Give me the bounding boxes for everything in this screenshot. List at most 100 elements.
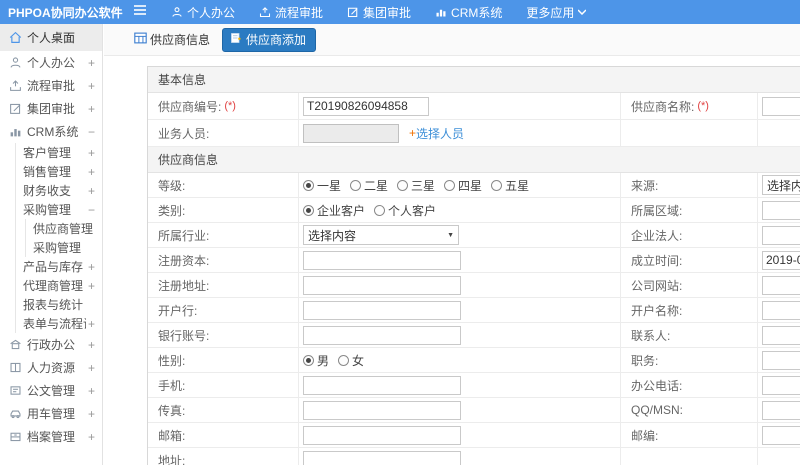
expand-toggle[interactable]: + (86, 260, 95, 274)
sidebar-item-label: 客户管理 (23, 146, 72, 160)
radio-option[interactable]: 二星 (350, 177, 388, 194)
radio-option[interactable]: 一星 (303, 177, 341, 194)
sidebar-item-archive-mgmt[interactable]: 档案管理 + (0, 425, 102, 448)
expand-toggle[interactable]: + (86, 338, 95, 352)
account-name-input[interactable] (762, 300, 800, 320)
supplier-code-input[interactable] (303, 96, 429, 116)
nav-item-personal-office[interactable]: 个人办公 (171, 4, 235, 21)
sales-person-label: 业务人员: (158, 126, 210, 141)
caret-down-icon: ▼ (447, 231, 454, 239)
position-label: 职务: (631, 353, 659, 368)
expand-toggle[interactable]: + (86, 146, 95, 160)
bank-branch-input[interactable] (303, 300, 461, 320)
expand-toggle[interactable]: + (86, 184, 95, 198)
form-row: 类别: 企业客户 个人客户 所属区域: (148, 198, 800, 223)
company-website-input[interactable] (762, 275, 800, 295)
form-row: 邮箱: 邮编: (148, 423, 800, 448)
sidebar-item-personal-office[interactable]: 个人办公 + (0, 51, 102, 74)
tab-supplier-add[interactable]: 供应商添加 (222, 27, 317, 52)
source-select[interactable]: 选择内容▼ (762, 175, 800, 195)
expand-toggle[interactable]: + (86, 56, 95, 70)
sidebar-item-document-mgmt[interactable]: 公文管理 + (0, 379, 102, 402)
nav-item-more-apps[interactable]: 更多应用 (526, 4, 587, 21)
supplier-name-input[interactable] (762, 96, 800, 116)
expand-toggle[interactable]: + (86, 165, 95, 179)
sidebar-item-agent-mgmt[interactable]: 代理商管理 + (16, 276, 102, 295)
radio-option[interactable]: 企业客户 (303, 202, 365, 219)
sidebar-item-product-stock[interactable]: 产品与库存 + (16, 257, 102, 276)
radio-option[interactable]: 女 (338, 352, 364, 369)
legal-person-input[interactable] (762, 225, 800, 245)
sidebar-item-purchase-mgmt[interactable]: 采购管理 − (16, 200, 102, 219)
industry-label: 所属行业: (158, 228, 210, 243)
collapse-toggle[interactable]: − (86, 125, 95, 139)
sidebar-item-personal-desktop[interactable]: 个人桌面 (0, 24, 102, 51)
founded-date-input[interactable] (762, 250, 800, 270)
sidebar-item-label: 集团审批 (27, 102, 76, 116)
expand-toggle[interactable]: + (86, 279, 95, 293)
sidebar-item-supplier-mgmt[interactable]: 供应商管理 (26, 219, 102, 238)
gender-label: 性别: (158, 353, 186, 368)
form-row: 注册地址: 公司网站: (148, 273, 800, 298)
sidebar-item-group-approval[interactable]: 集团审批 + (0, 97, 102, 120)
sidebar-item-purchase[interactable]: 采购管理 (26, 238, 102, 257)
radio-icon (338, 354, 350, 366)
radio-option[interactable]: 五星 (491, 177, 529, 194)
supplier-add-form: 基本信息 供应商编号: (*) 供应商名称: (*) 业务人员: (147, 66, 800, 465)
office-phone-input[interactable] (762, 375, 800, 395)
address-input[interactable] (303, 450, 461, 465)
nav-item-group-approval[interactable]: 集团审批 (347, 4, 411, 21)
tab-supplier-info[interactable]: 供应商信息 (134, 31, 210, 48)
form-row: 传真: QQ/MSN: (148, 398, 800, 423)
mobile-input[interactable] (303, 375, 461, 395)
radio-option[interactable]: 男 (303, 352, 329, 369)
required-mark: (*) (697, 100, 709, 112)
sidebar-item-reports-stats[interactable]: 报表与统计 (16, 295, 102, 314)
sidebar-item-crm-system[interactable]: CRM系统 − (0, 120, 102, 143)
registered-capital-input[interactable] (303, 250, 461, 270)
user-icon (9, 56, 22, 69)
contact-person-input[interactable] (762, 325, 800, 345)
radio-option[interactable]: 四星 (444, 177, 482, 194)
nav-item-crm-system[interactable]: CRM系统 (435, 4, 502, 21)
radio-option[interactable]: 三星 (397, 177, 435, 194)
expand-toggle[interactable]: + (86, 79, 95, 93)
expand-toggle[interactable]: + (86, 361, 95, 375)
position-input[interactable] (762, 350, 800, 370)
qq-msn-input[interactable] (762, 400, 800, 420)
expand-toggle[interactable]: + (86, 430, 95, 444)
tab-label: 供应商信息 (150, 33, 211, 47)
expand-toggle[interactable]: + (86, 384, 95, 398)
archive-icon (9, 430, 22, 443)
choose-person-link[interactable]: 选择人员 (416, 125, 464, 142)
fax-input[interactable] (303, 400, 461, 420)
postcode-input[interactable] (762, 425, 800, 445)
account-name-label: 开户名称: (631, 303, 683, 318)
collapse-toggle[interactable]: − (86, 203, 95, 217)
sidebar-item-form-flow-settings[interactable]: 表单与流程设置 + (16, 314, 102, 333)
radio-selected-icon (303, 354, 314, 366)
expand-toggle[interactable]: + (86, 407, 95, 421)
sidebar-item-admin-office[interactable]: 行政办公 + (0, 333, 102, 356)
sales-person-input[interactable] (303, 123, 399, 143)
sidebar-item-label: 个人办公 (27, 56, 76, 70)
sidebar-item-sales-mgmt[interactable]: 销售管理 + (16, 162, 102, 181)
supplier-name-label: 供应商名称: (631, 99, 695, 114)
chart-icon (435, 6, 447, 18)
region-input[interactable] (762, 200, 800, 220)
industry-select[interactable]: 选择内容 ▼ (303, 225, 459, 245)
sidebar-item-finance[interactable]: 财务收支 + (16, 181, 102, 200)
email-input[interactable] (303, 425, 461, 445)
radio-option[interactable]: 个人客户 (374, 202, 436, 219)
expand-toggle[interactable]: + (86, 317, 95, 331)
registered-address-input[interactable] (303, 275, 461, 295)
bank-account-input[interactable] (303, 325, 461, 345)
sidebar-item-vehicle-mgmt[interactable]: 用车管理 + (0, 402, 102, 425)
expand-toggle[interactable]: + (86, 102, 95, 116)
nav-item-workflow-approval[interactable]: 流程审批 (259, 4, 323, 21)
sidebar-item-workflow-approval[interactable]: 流程审批 + (0, 74, 102, 97)
sidebar-item-human-resources[interactable]: 人力资源 + (0, 356, 102, 379)
sidebar-item-customer-mgmt[interactable]: 客户管理 + (16, 143, 102, 162)
menu-toggle-button[interactable] (133, 3, 147, 21)
hamburger-icon (133, 3, 147, 21)
